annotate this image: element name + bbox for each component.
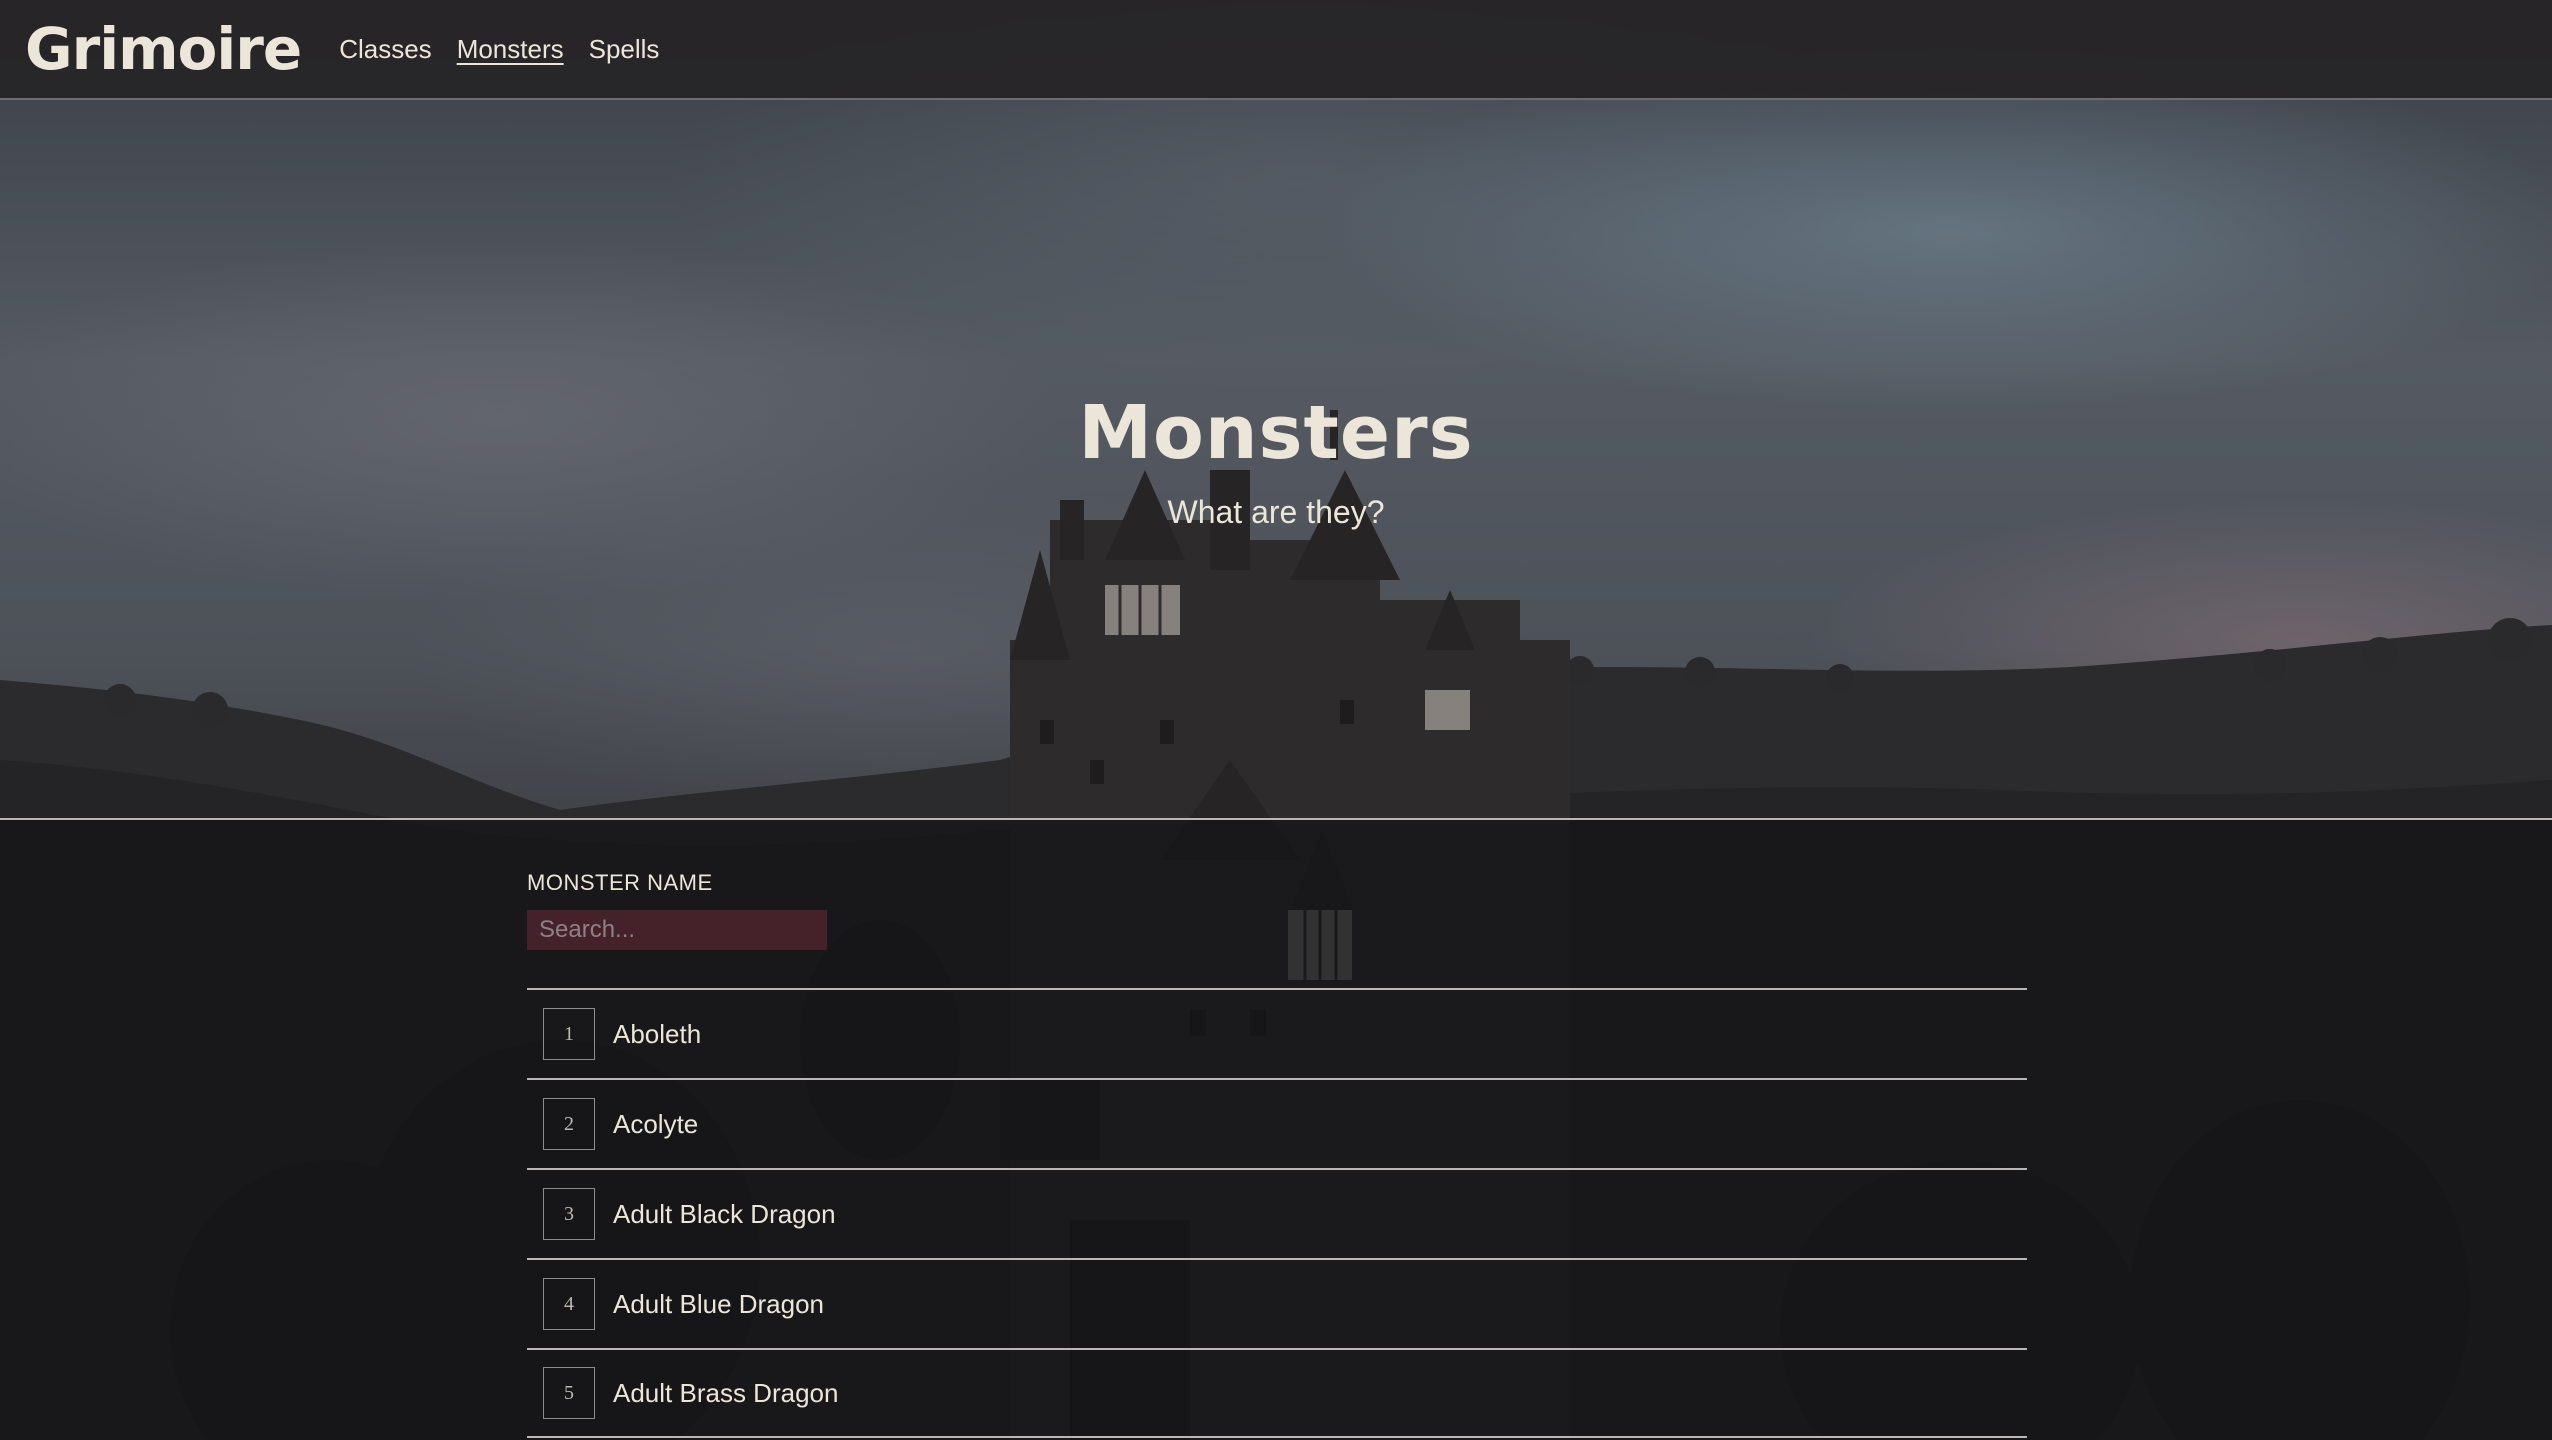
- hero-section: Monsters What are they?: [0, 100, 2552, 818]
- site-logo[interactable]: Grimoire: [25, 15, 302, 83]
- item-index-badge: 2: [543, 1098, 595, 1150]
- nav-link-spells[interactable]: Spells: [589, 34, 660, 65]
- page-subtitle: What are they?: [1167, 494, 1385, 530]
- item-index-badge: 4: [543, 1278, 595, 1330]
- item-index-badge: 5: [543, 1367, 595, 1419]
- list-item[interactable]: 5 Adult Brass Dragon: [527, 1348, 2027, 1438]
- monster-name[interactable]: Adult Brass Dragon: [613, 1378, 838, 1409]
- monster-name[interactable]: Acolyte: [613, 1109, 698, 1140]
- monster-list-panel: MONSTER NAME 1 Aboleth 2 Acolyte 3 Adult…: [0, 818, 2552, 1440]
- monster-name-filter-label: MONSTER NAME: [527, 870, 713, 895]
- nav-link-classes[interactable]: Classes: [339, 34, 431, 65]
- monster-list: 1 Aboleth 2 Acolyte 3 Adult Black Dragon…: [527, 988, 2027, 1438]
- page-title: Monsters: [1078, 390, 1474, 476]
- item-index-badge: 1: [543, 1008, 595, 1060]
- top-navbar: Grimoire Classes Monsters Spells: [0, 0, 2552, 100]
- monster-name[interactable]: Adult Black Dragon: [613, 1199, 836, 1230]
- item-index-badge: 3: [543, 1188, 595, 1240]
- list-item[interactable]: 4 Adult Blue Dragon: [527, 1258, 2027, 1348]
- nav-link-monsters[interactable]: Monsters: [457, 34, 564, 65]
- monster-name[interactable]: Adult Blue Dragon: [613, 1289, 824, 1320]
- monster-name[interactable]: Aboleth: [613, 1019, 701, 1050]
- main-nav: Classes Monsters Spells: [339, 34, 659, 65]
- list-item[interactable]: 3 Adult Black Dragon: [527, 1168, 2027, 1258]
- monster-search-input[interactable]: [527, 910, 827, 950]
- list-item[interactable]: 1 Aboleth: [527, 988, 2027, 1078]
- list-item[interactable]: 2 Acolyte: [527, 1078, 2027, 1168]
